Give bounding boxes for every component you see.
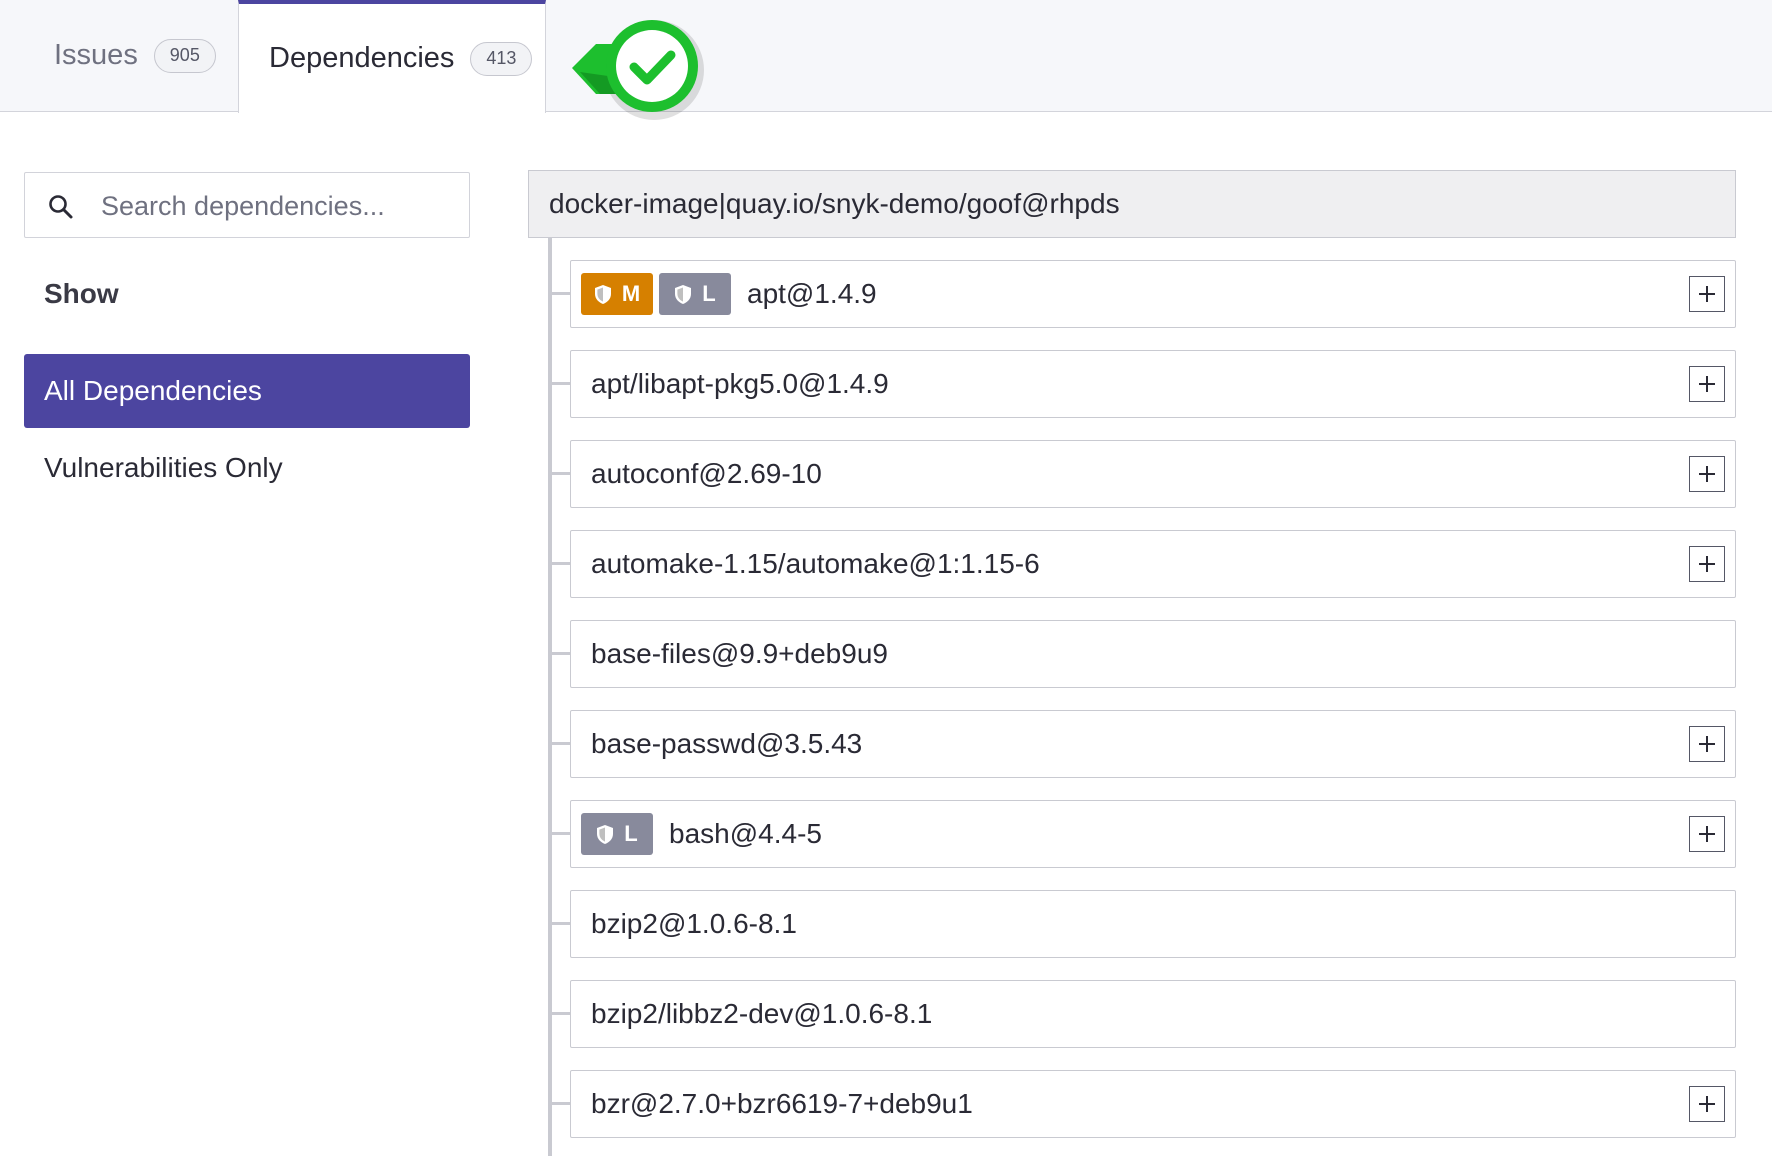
dependency-node[interactable]: autoconf@2.69-10 [570, 440, 1736, 508]
tree-root-node: docker-image|quay.io/snyk-demo/goof@rhpd… [528, 170, 1736, 238]
dependency-row: bzip2/libbz2-dev@1.0.6-8.1 [552, 980, 1736, 1070]
dependency-name: apt/libapt-pkg5.0@1.4.9 [591, 368, 889, 399]
severity-letter: L [624, 821, 638, 846]
dependency-name: autoconf@2.69-10 [591, 458, 822, 489]
dependency-row: Lbash@4.4-5 [552, 800, 1736, 890]
dependency-row: bzr@2.7.0+bzr6619-7+deb9u1 [552, 1070, 1736, 1160]
dependency-node[interactable]: M Lapt@1.4.9 [570, 260, 1736, 328]
shield-icon [674, 284, 692, 305]
severity-letter: L [702, 281, 716, 306]
expand-button[interactable] [1689, 366, 1725, 402]
plus-icon [1697, 464, 1717, 484]
plus-icon [1697, 554, 1717, 574]
dependency-node[interactable]: apt/libapt-pkg5.0@1.4.9 [570, 350, 1736, 418]
tab-dependencies[interactable]: Dependencies 413 [238, 0, 546, 113]
expand-button[interactable] [1689, 276, 1725, 312]
dependency-name: bzip2@1.0.6-8.1 [591, 908, 797, 939]
dependency-name: automake-1.15/automake@1:1.15-6 [591, 548, 1040, 579]
shield-icon [596, 824, 614, 845]
tab-issues-label: Issues [54, 39, 138, 71]
shield-icon [594, 284, 612, 305]
tree-connector [552, 742, 570, 745]
severity-low-badge: L [659, 273, 731, 315]
filter-all-dependencies[interactable]: All Dependencies [24, 354, 470, 428]
tree-connector [552, 832, 570, 835]
severity-low-badge: L [581, 813, 653, 855]
dependency-row: base-passwd@3.5.43 [552, 710, 1736, 800]
severity-medium-badge: M [581, 273, 653, 315]
dependency-node[interactable]: bzip2@1.0.6-8.1 [570, 890, 1736, 958]
expand-button[interactable] [1689, 546, 1725, 582]
dependency-row: bzip2@1.0.6-8.1 [552, 890, 1736, 980]
tab-issues-count-badge: 905 [153, 38, 216, 73]
show-heading: Show [44, 278, 119, 309]
plus-icon [1697, 824, 1717, 844]
dependency-name: bzr@2.7.0+bzr6619-7+deb9u1 [591, 1088, 973, 1119]
plus-icon [1697, 1094, 1717, 1114]
dependency-row: base-files@9.9+deb9u9 [552, 620, 1736, 710]
tab-dependencies-count-badge: 413 [470, 41, 533, 76]
filter-vulnerabilities-only[interactable]: Vulnerabilities Only [44, 446, 283, 490]
tab-bar: Issues 905 Dependencies 413 [0, 0, 1772, 113]
dependency-node[interactable]: automake-1.15/automake@1:1.15-6 [570, 530, 1736, 598]
plus-icon [1697, 284, 1717, 304]
dependency-name: base-files@9.9+deb9u9 [591, 638, 888, 669]
tab-issues[interactable]: Issues 905 [34, 0, 239, 111]
tree-connector [552, 562, 570, 565]
dependency-name: bash@4.4-5 [669, 818, 822, 849]
dependency-row: M Lapt@1.4.9 [552, 260, 1736, 350]
tree-connector [552, 382, 570, 385]
expand-button[interactable] [1689, 1086, 1725, 1122]
dependency-node[interactable]: bzr@2.7.0+bzr6619-7+deb9u1 [570, 1070, 1736, 1138]
check-icon [572, 20, 704, 120]
plus-icon [1697, 374, 1717, 394]
dependency-name: bzip2/libbz2-dev@1.0.6-8.1 [591, 998, 933, 1029]
dependency-node[interactable]: base-passwd@3.5.43 [570, 710, 1736, 778]
dependency-node[interactable]: base-files@9.9+deb9u9 [570, 620, 1736, 688]
expand-button[interactable] [1689, 456, 1725, 492]
search-icon [49, 195, 73, 219]
tree-connector [552, 472, 570, 475]
expand-button[interactable] [1689, 816, 1725, 852]
search-box[interactable] [24, 172, 470, 238]
dependency-list: M Lapt@1.4.9 apt/libapt-pkg5.0@1.4.9 autoco… [552, 260, 1736, 1160]
dependency-row: apt/libapt-pkg5.0@1.4.9 [552, 350, 1736, 440]
dependency-name: base-passwd@3.5.43 [591, 728, 863, 759]
tree-connector [552, 922, 570, 925]
tree-connector [552, 652, 570, 655]
tab-dependencies-label: Dependencies [269, 42, 455, 74]
dependency-node[interactable]: Lbash@4.4-5 [570, 800, 1736, 868]
expand-button[interactable] [1689, 726, 1725, 762]
tree-connector [552, 1012, 570, 1015]
plus-icon [1697, 734, 1717, 754]
dependency-row: automake-1.15/automake@1:1.15-6 [552, 530, 1736, 620]
dependency-name: apt@1.4.9 [747, 278, 877, 309]
dependency-row: autoconf@2.69-10 [552, 440, 1736, 530]
tree-connector [552, 292, 570, 295]
search-input[interactable] [99, 181, 453, 231]
severity-letter: M [621, 281, 641, 306]
dependency-node[interactable]: bzip2/libbz2-dev@1.0.6-8.1 [570, 980, 1736, 1048]
tree-connector [552, 1102, 570, 1105]
